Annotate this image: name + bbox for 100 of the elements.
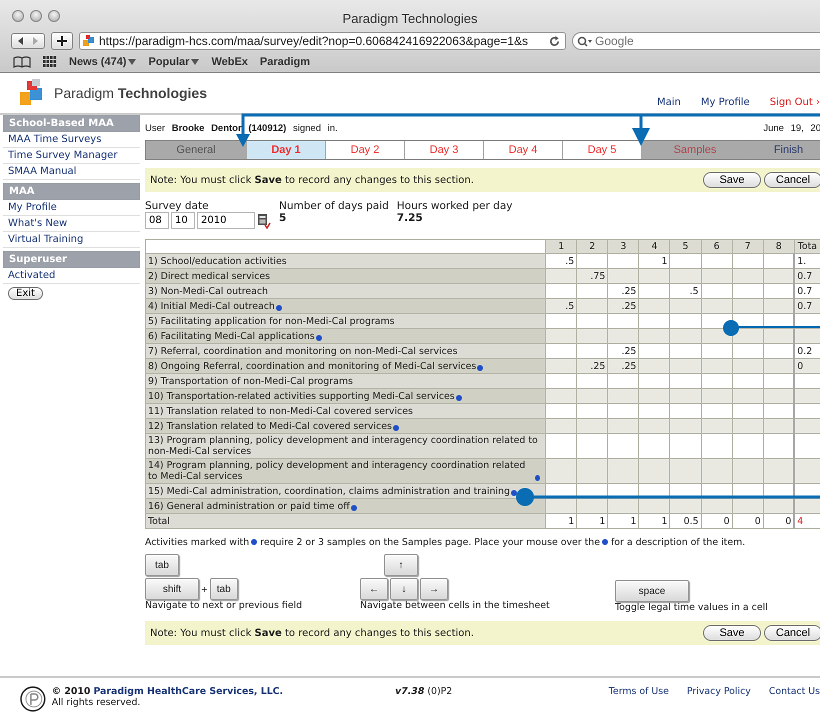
key-cap: ↓ <box>390 578 418 600</box>
field-label: Hours worked per day <box>396 200 512 212</box>
time-cell[interactable]: .75 <box>576 268 608 284</box>
exit-button[interactable]: Exit <box>8 287 43 300</box>
hours-value: 7.25 <box>396 212 424 224</box>
column-header: 1 <box>546 240 577 254</box>
sample-dot-icon[interactable] <box>535 475 540 481</box>
bookmark-item[interactable]: Paradigm <box>260 56 310 68</box>
sidebar-link[interactable]: What's New <box>3 216 140 232</box>
activity-label: 13) Program planning, policy development and interagency coordination related to non-Medi-Cal services <box>148 435 539 457</box>
time-cell[interactable]: .25 <box>608 298 639 314</box>
back-forward-buttons[interactable] <box>11 33 45 49</box>
day-field[interactable]: 10 <box>171 212 195 229</box>
legend-text: for a description of the item. <box>610 537 746 548</box>
sidebar-link[interactable]: SMAA Manual <box>3 164 140 180</box>
key-cap: tab <box>210 578 238 600</box>
window-control-icon[interactable] <box>48 10 60 22</box>
note-button[interactable]: Cancel <box>764 625 820 641</box>
sidebar-link[interactable]: Time Survey Manager <box>3 148 140 164</box>
key-cap: tab <box>145 554 179 576</box>
window-control-icon[interactable] <box>30 10 42 22</box>
activity-label: 1) School/education activities <box>148 256 287 266</box>
tab[interactable]: Finish <box>749 141 820 159</box>
total-cell: 0.2 <box>794 344 820 358</box>
header-link[interactable]: Sign Out › <box>770 97 820 108</box>
sidebar-heading: MAA <box>3 183 140 200</box>
activity-label: 10) Transportation-related activities supporting Medi-Cal services <box>148 390 455 402</box>
brand-name: Paradigm Technologies <box>54 85 208 101</box>
total-cell: 0.7 <box>794 268 820 284</box>
time-cell[interactable]: .25 <box>608 358 639 374</box>
activity-label: 8) Ongoing Referral, coordination and monitoring of Medi-Cal services <box>148 360 476 372</box>
total-cell: 1 <box>638 514 670 528</box>
window-title: Paradigm Technologies <box>342 11 478 26</box>
bookmark-item[interactable]: News (474) <box>69 56 136 68</box>
search-field[interactable]: Google <box>572 32 820 50</box>
sample-dot-icon <box>251 538 258 545</box>
activity-label: 5) Facilitating application for non-Medi-Cal programs <box>148 316 395 326</box>
footer-link[interactable]: Contact Us <box>768 686 820 697</box>
sample-dot-icon[interactable] <box>276 304 282 310</box>
add-bookmark-button[interactable] <box>51 32 73 50</box>
total-cell: 1 <box>546 514 577 528</box>
field-label: Number of days paid <box>279 200 389 212</box>
time-cell[interactable]: .25 <box>576 358 608 374</box>
note-button[interactable]: Cancel <box>764 172 820 188</box>
column-header: 3 <box>608 240 639 254</box>
year-field[interactable]: 2010 <box>197 212 255 229</box>
time-cell[interactable]: 1 <box>638 254 670 268</box>
time-cell[interactable]: .25 <box>608 344 639 358</box>
sample-dot-icon[interactable] <box>392 424 399 430</box>
time-cell[interactable]: .5 <box>546 298 577 314</box>
sample-dot-icon <box>602 538 608 545</box>
footer-link[interactable]: Privacy Policy <box>686 686 751 697</box>
sidebar-link[interactable]: MAA Time Surveys <box>3 132 140 148</box>
bookmark-item[interactable]: WebEx <box>211 56 248 68</box>
time-cell[interactable]: .25 <box>608 284 639 298</box>
calendar-icon[interactable] <box>257 212 271 228</box>
grand-total-cell: 4 <box>794 514 820 528</box>
sidebar-link[interactable]: Virtual Training <box>3 232 140 248</box>
note-button[interactable]: Save <box>703 625 761 641</box>
legend-text: require 2 or 3 samples on the Samples page. Place your mouse over the <box>260 537 600 548</box>
copyright-text: © 2010 <box>52 686 90 697</box>
activity-label: 15) Medi-Cal administration, coordination, claims administration and training <box>148 486 510 496</box>
time-cell[interactable]: .5 <box>546 254 577 268</box>
column-header: 4 <box>638 240 670 254</box>
key-cap: → <box>420 578 448 600</box>
search-icon <box>577 36 593 47</box>
company-link[interactable]: Paradigm HealthCare Services, LLC. <box>93 686 284 697</box>
sidebar-link[interactable]: Activated <box>3 268 140 284</box>
shortcut-caption: Toggle legal time values in a cell <box>615 602 768 613</box>
reload-icon[interactable] <box>549 36 560 46</box>
footer-link[interactable]: Terms of Use <box>608 686 669 697</box>
activity-label: 9) Transportation of non-Medi-Cal programs <box>148 376 353 386</box>
header-link[interactable]: Main <box>656 97 681 108</box>
cube-icon <box>82 34 96 48</box>
sample-dot-icon[interactable] <box>456 394 462 400</box>
sample-dot-icon[interactable] <box>350 504 357 510</box>
grid-icon[interactable] <box>43 56 57 68</box>
total-label: Total <box>146 514 546 528</box>
sidebar-link[interactable]: My Profile <box>3 200 140 216</box>
column-header: 6 <box>701 240 732 254</box>
column-header: 8 <box>763 240 794 254</box>
bookmark-item[interactable]: Popular <box>148 56 200 68</box>
window-control-icon[interactable] <box>12 10 24 22</box>
key-cap: space <box>615 580 689 602</box>
time-cell[interactable]: .5 <box>670 284 702 298</box>
book-icon[interactable] <box>13 56 31 68</box>
column-header: Tota <box>794 240 820 254</box>
days-paid-value: 5 <box>279 212 288 224</box>
activity-label: 2) Direct medical services <box>148 270 270 282</box>
total-cell: 0 <box>732 514 764 528</box>
note-button[interactable]: Save <box>703 172 761 188</box>
header-link[interactable]: My Profile <box>700 97 750 108</box>
legend-text: Activities marked with <box>145 537 250 548</box>
sample-dot-icon[interactable] <box>316 334 322 340</box>
activity-label: 3) Non-Medi-Cal outreach <box>148 286 268 296</box>
rights-text: All rights reserved. <box>52 697 140 708</box>
address-field[interactable]: https://paradigm-hcs.com/maa/survey/edit?nop=0.606842416922063&page=1&s <box>79 32 566 50</box>
sample-dot-icon[interactable] <box>477 364 484 370</box>
sample-dot-icon[interactable] <box>510 490 517 496</box>
month-field[interactable]: 08 <box>145 212 169 229</box>
